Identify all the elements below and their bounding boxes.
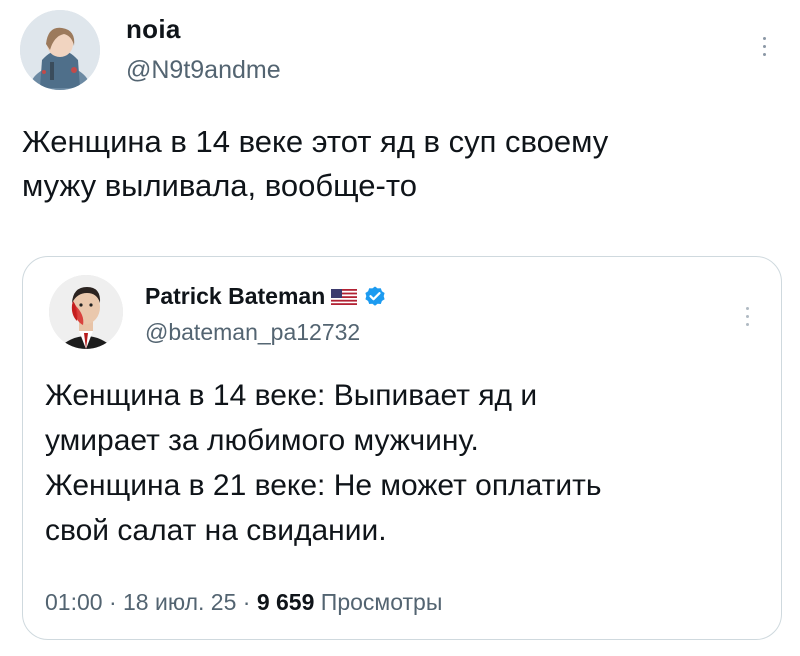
- author-name[interactable]: noia: [126, 14, 181, 45]
- dot: [745, 306, 749, 310]
- author-handle[interactable]: @N9t9andme: [126, 56, 281, 85]
- tweet-text: Женщина в 14 веке этот яд в суп своему м…: [22, 120, 782, 208]
- quoted-text-line: Женщина в 21 веке: Не может оплатить: [45, 469, 602, 502]
- quoted-avatar-portrait-icon: [49, 275, 123, 349]
- post-date[interactable]: 18 июл. 25: [123, 589, 236, 615]
- more-options-icon[interactable]: [752, 28, 776, 64]
- avatar-illustration-icon: [20, 10, 100, 90]
- quoted-author-name[interactable]: Patrick Bateman: [145, 283, 325, 310]
- quoted-text-line: Женщина в 14 веке: Выпивает яд и: [45, 379, 538, 412]
- verified-badge-icon: [363, 285, 387, 309]
- dot: [745, 322, 749, 326]
- meta-separator: ·: [242, 589, 251, 615]
- avatar[interactable]: [20, 10, 100, 90]
- quoted-text-line: умирает за любимого мужчину.: [45, 424, 479, 457]
- quoted-tweet-text: Женщина в 14 веке: Выпивает яд и умирает…: [45, 373, 765, 553]
- quoted-more-options-icon[interactable]: [737, 301, 757, 331]
- quoted-author-handle[interactable]: @bateman_pa12732: [145, 319, 360, 346]
- quoted-author-row: Patrick Bateman: [145, 283, 387, 310]
- dot: [762, 52, 766, 56]
- tweet: noia @N9t9andme Женщина в 14 веке этот я…: [0, 0, 800, 656]
- tweet-text-line: Женщина в 14 веке этот яд в суп своему: [22, 124, 609, 159]
- dot: [745, 314, 749, 318]
- quoted-text-line: свой салат на свидании.: [45, 514, 387, 547]
- quoted-tweet-card[interactable]: Patrick Bateman @bateman_pa12732 Женщина…: [22, 256, 782, 640]
- dot: [762, 36, 766, 40]
- us-flag-icon: [331, 288, 358, 305]
- quoted-tweet-meta: 01:00 · 18 июл. 25 · 9 659 Просмотры: [45, 589, 442, 616]
- tweet-text-line: мужу выливала, вообще-то: [22, 168, 417, 203]
- views-count[interactable]: 9 659: [257, 589, 315, 615]
- post-time[interactable]: 01:00: [45, 589, 103, 615]
- views-label: Просмотры: [320, 589, 443, 615]
- quoted-avatar[interactable]: [49, 275, 123, 349]
- meta-separator: ·: [108, 589, 117, 615]
- dot: [762, 44, 766, 48]
